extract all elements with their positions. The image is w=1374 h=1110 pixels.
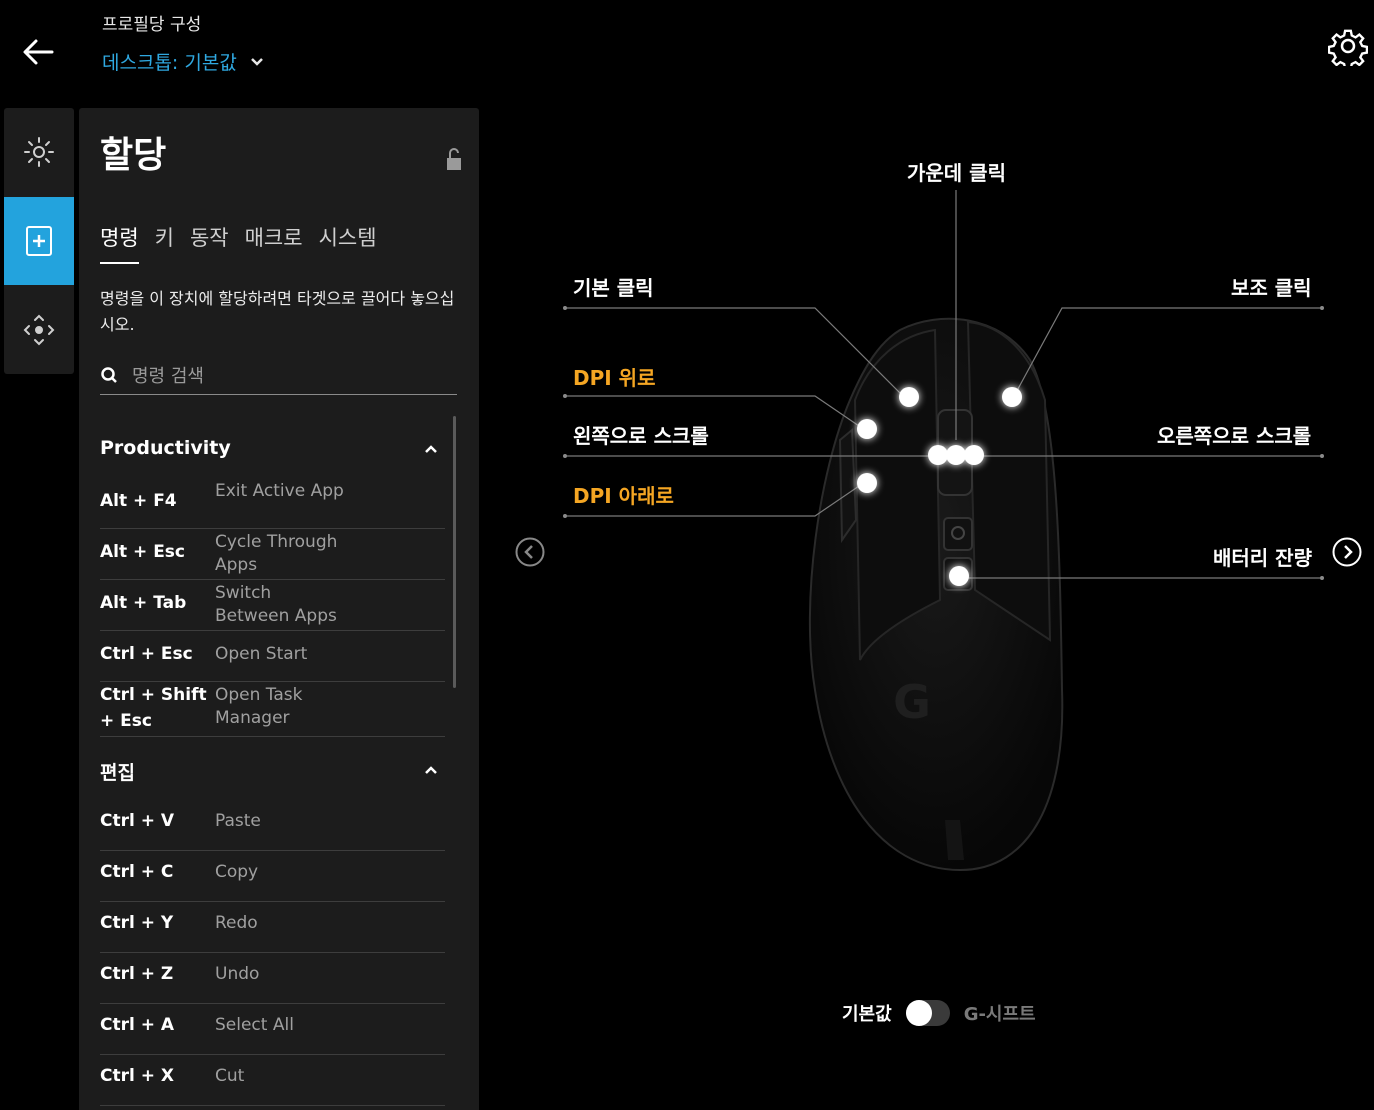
command-name: Cycle Through Apps: [215, 532, 338, 575]
sun-icon: [24, 137, 54, 167]
mode-switch: 기본값 G-시프트: [842, 1000, 1036, 1026]
command-name: Open Start: [215, 644, 308, 664]
label-secondary-click[interactable]: 보조 클릭: [1231, 272, 1312, 301]
command-key: Ctrl + V: [100, 811, 175, 831]
chevron-up-icon: [425, 766, 437, 774]
label-middle-click[interactable]: 가운데 클릭: [907, 157, 1006, 186]
command-row[interactable]: Ctrl + A Select All: [100, 1004, 445, 1055]
command-row[interactable]: Ctrl + Z Undo: [100, 953, 445, 1004]
command-name: Redo: [215, 913, 258, 933]
tab-keys[interactable]: 키: [155, 222, 174, 264]
command-key: Alt + Tab: [100, 593, 187, 613]
command-key: Alt + Esc: [100, 542, 185, 562]
scrollbar[interactable]: [453, 416, 456, 688]
command-key: Ctrl + Z: [100, 964, 174, 984]
back-arrow-icon[interactable]: [18, 32, 58, 72]
search-input[interactable]: 명령 검색: [132, 362, 204, 388]
label-scroll-left[interactable]: 왼쪽으로 스크롤: [573, 420, 709, 449]
command-name: Copy: [215, 862, 259, 882]
label-battery[interactable]: 배터리 잔량: [1213, 542, 1312, 571]
command-row[interactable]: Alt + Esc Cycle Through Apps: [100, 529, 445, 580]
rail-item-assignments[interactable]: [4, 197, 74, 285]
label-dpi-down[interactable]: DPI 아래로: [573, 480, 674, 509]
chevron-right-icon: [1344, 545, 1353, 559]
plus-square-icon: [26, 226, 52, 256]
command-row[interactable]: Ctrl + Y Redo: [100, 902, 445, 953]
rail-item-lighting[interactable]: [4, 108, 74, 196]
command-name: Undo: [215, 964, 260, 984]
command-row[interactable]: Ctrl + C Copy: [100, 851, 445, 902]
command-key: Ctrl + Y: [100, 913, 174, 933]
command-search-field[interactable]: 명령 검색: [100, 356, 457, 395]
assignment-tabs: 명령 키 동작 매크로 시스템: [100, 222, 377, 264]
panel-title: 할당: [100, 135, 167, 176]
command-key: Alt + F4: [100, 491, 177, 511]
section-editing[interactable]: 편집: [100, 752, 445, 792]
command-name: Exit Active App: [215, 481, 344, 501]
dpi-crosshair-icon: [23, 314, 55, 346]
hotspot-battery[interactable]: [949, 566, 969, 586]
tab-macros[interactable]: 매크로: [245, 222, 303, 264]
command-name: Open Task Manager: [215, 685, 303, 728]
hotspot-primary-click[interactable]: [899, 387, 919, 407]
command-row[interactable]: Ctrl + Shift + Esc Open Task Manager: [100, 682, 445, 737]
rail-item-sensitivity[interactable]: [4, 286, 74, 374]
command-name: Select All: [215, 1015, 294, 1035]
unlock-icon[interactable]: [444, 146, 464, 172]
chevron-up-icon: [425, 445, 437, 453]
hotspot-dpi-up[interactable]: [857, 419, 877, 439]
command-row[interactable]: Alt + Tab Switch Between Apps: [100, 580, 445, 631]
command-name: Paste: [215, 811, 261, 831]
assignments-panel: 할당 명령 키 동작 매크로 시스템 명령을 이 장치에 할당하려면 타겟으로 …: [79, 108, 479, 1110]
hotspot-dpi-down[interactable]: [857, 473, 877, 493]
command-row[interactable]: Ctrl + V Paste: [100, 800, 445, 851]
label-primary-click[interactable]: 기본 클릭: [573, 272, 654, 301]
section-productivity[interactable]: Productivity: [100, 431, 445, 471]
hotspot-scroll-left[interactable]: [928, 445, 948, 465]
gear-icon[interactable]: [1328, 26, 1368, 66]
mouse-image: G: [808, 317, 1064, 872]
gshift-toggle[interactable]: [905, 1000, 950, 1026]
search-icon: [101, 367, 117, 383]
instruction-text: 명령을 이 장치에 할당하려면 타겟으로 끌어다 놓으십시오.: [100, 289, 455, 334]
profile-name: 데스크톱: 기본값: [102, 52, 237, 74]
command-key: Ctrl + A: [100, 1015, 175, 1035]
tab-commands[interactable]: 명령: [100, 222, 139, 264]
tab-actions[interactable]: 동작: [190, 222, 229, 264]
command-row[interactable]: Ctrl + X Cut: [100, 1055, 445, 1106]
label-dpi-up[interactable]: DPI 위로: [573, 362, 655, 391]
command-name: Cut: [215, 1066, 245, 1086]
command-key: Ctrl + Esc: [100, 644, 193, 664]
mode-default-label: 기본값: [842, 1004, 892, 1025]
mode-gshift-label: G-시프트: [963, 1004, 1036, 1025]
chevron-left-icon: [524, 545, 533, 559]
command-row[interactable]: Ctrl + Esc Open Start: [100, 631, 445, 682]
section-title: Productivity: [100, 437, 231, 459]
tab-system[interactable]: 시스템: [319, 222, 377, 264]
profile-caption: 프로필당 구성: [102, 15, 202, 35]
next-view-button[interactable]: [1332, 537, 1362, 567]
feature-rail: [4, 108, 74, 374]
chevron-down-icon: [250, 57, 263, 66]
profile-dropdown[interactable]: 데스크톱: 기본값: [102, 48, 267, 75]
command-key: Ctrl + Shift + Esc: [100, 685, 207, 731]
toggle-knob: [905, 1000, 932, 1026]
command-name: Switch Between Apps: [215, 583, 337, 626]
previous-view-button[interactable]: [515, 537, 545, 567]
hotspot-middle-click[interactable]: [946, 445, 966, 465]
command-row[interactable]: Alt + F4 Exit Active App: [100, 478, 445, 529]
label-scroll-right[interactable]: 오른쪽으로 스크롤: [1157, 420, 1311, 449]
command-key: Ctrl + C: [100, 862, 174, 882]
hotspot-scroll-right[interactable]: [964, 445, 984, 465]
hotspot-secondary-click[interactable]: [1002, 387, 1022, 407]
section-title: 편집: [100, 762, 135, 784]
mouse-logo: G: [893, 675, 931, 729]
command-key: Ctrl + X: [100, 1066, 175, 1086]
